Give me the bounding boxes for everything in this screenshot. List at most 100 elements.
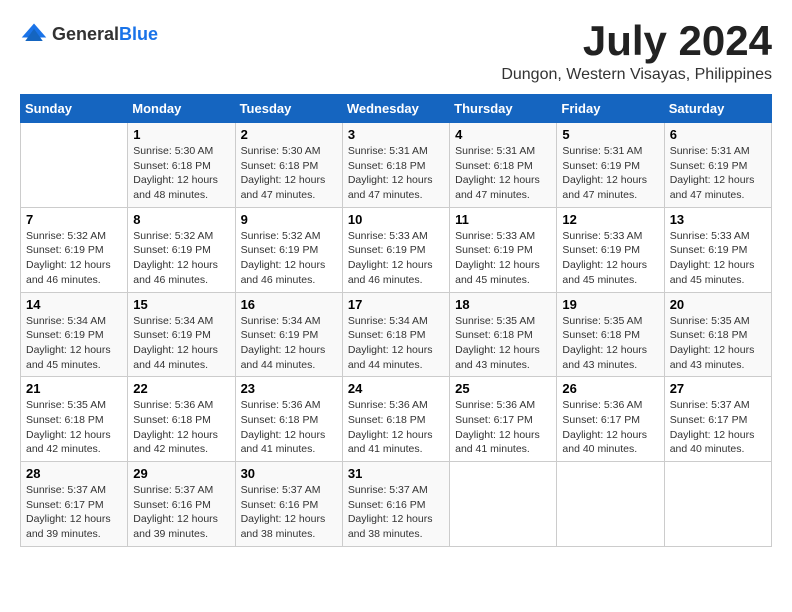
calendar-cell: 9 Sunrise: 5:32 AMSunset: 6:19 PMDaylight… [235, 207, 342, 292]
day-number: 28 [26, 466, 122, 481]
weekday-header-friday: Friday [557, 95, 664, 123]
calendar-cell: 12 Sunrise: 5:33 AMSunset: 6:19 PMDayligh… [557, 207, 664, 292]
calendar-cell: 24 Sunrise: 5:36 AMSunset: 6:18 PMDayligh… [342, 377, 449, 462]
day-info: Sunrise: 5:33 AMSunset: 6:19 PMDaylight:… [670, 229, 766, 288]
day-info: Sunrise: 5:31 AMSunset: 6:18 PMDaylight:… [348, 144, 444, 203]
logo: GeneralBlue [20, 20, 158, 48]
day-number: 20 [670, 297, 766, 312]
day-info: Sunrise: 5:37 AMSunset: 6:17 PMDaylight:… [26, 483, 122, 542]
calendar-cell: 11Sunrise: 5:33 AMSunset: 6:19 PMDayligh… [450, 207, 557, 292]
day-info: Sunrise: 5:31 AMSunset: 6:19 PMDaylight:… [670, 144, 766, 203]
calendar-cell: 8 Sunrise: 5:32 AMSunset: 6:19 PMDaylight… [128, 207, 235, 292]
day-number: 19 [562, 297, 658, 312]
calendar-cell [557, 462, 664, 547]
weekday-header-monday: Monday [128, 95, 235, 123]
day-info: Sunrise: 5:34 AMSunset: 6:19 PMDaylight:… [133, 314, 229, 373]
calendar-cell: 26Sunrise: 5:36 AMSunset: 6:17 PMDayligh… [557, 377, 664, 462]
day-number: 1 [133, 127, 229, 142]
day-info: Sunrise: 5:34 AMSunset: 6:18 PMDaylight:… [348, 314, 444, 373]
day-info: Sunrise: 5:37 AMSunset: 6:16 PMDaylight:… [133, 483, 229, 542]
calendar-cell: 7Sunrise: 5:32 AMSunset: 6:19 PMDaylight… [21, 207, 128, 292]
weekday-header-tuesday: Tuesday [235, 95, 342, 123]
day-info: Sunrise: 5:31 AMSunset: 6:19 PMDaylight:… [562, 144, 658, 203]
calendar-cell: 3 Sunrise: 5:31 AMSunset: 6:18 PMDaylight… [342, 123, 449, 208]
weekday-header-row: SundayMondayTuesdayWednesdayThursdayFrid… [21, 95, 772, 123]
page-header: GeneralBlue July 2024 Dungon, Western Vi… [20, 20, 772, 84]
day-info: Sunrise: 5:35 AMSunset: 6:18 PMDaylight:… [562, 314, 658, 373]
day-number: 5 [562, 127, 658, 142]
calendar-cell [450, 462, 557, 547]
day-number: 22 [133, 381, 229, 396]
day-number: 6 [670, 127, 766, 142]
day-info: Sunrise: 5:33 AMSunset: 6:19 PMDaylight:… [562, 229, 658, 288]
weekday-header-sunday: Sunday [21, 95, 128, 123]
calendar-table: SundayMondayTuesdayWednesdayThursdayFrid… [20, 94, 772, 547]
day-number: 31 [348, 466, 444, 481]
calendar-cell [664, 462, 771, 547]
day-info: Sunrise: 5:30 AMSunset: 6:18 PMDaylight:… [241, 144, 337, 203]
day-number: 10 [348, 212, 444, 227]
day-info: Sunrise: 5:31 AMSunset: 6:18 PMDaylight:… [455, 144, 551, 203]
day-number: 14 [26, 297, 122, 312]
day-info: Sunrise: 5:36 AMSunset: 6:18 PMDaylight:… [133, 398, 229, 457]
calendar-cell: 28 Sunrise: 5:37 AMSunset: 6:17 PMDayligh… [21, 462, 128, 547]
day-info: Sunrise: 5:32 AMSunset: 6:19 PMDaylight:… [133, 229, 229, 288]
day-info: Sunrise: 5:37 AMSunset: 6:16 PMDaylight:… [241, 483, 337, 542]
weekday-header-saturday: Saturday [664, 95, 771, 123]
calendar-cell: 17 Sunrise: 5:34 AMSunset: 6:18 PMDayligh… [342, 292, 449, 377]
calendar-week-row: 1 Sunrise: 5:30 AMSunset: 6:18 PMDaylight… [21, 123, 772, 208]
day-number: 3 [348, 127, 444, 142]
logo-text-general: General [52, 24, 119, 44]
day-number: 12 [562, 212, 658, 227]
day-number: 17 [348, 297, 444, 312]
calendar-cell: 4Sunrise: 5:31 AMSunset: 6:18 PMDaylight… [450, 123, 557, 208]
calendar-cell: 29 Sunrise: 5:37 AMSunset: 6:16 PMDayligh… [128, 462, 235, 547]
calendar-cell: 6 Sunrise: 5:31 AMSunset: 6:19 PMDaylight… [664, 123, 771, 208]
calendar-cell: 21 Sunrise: 5:35 AMSunset: 6:18 PMDayligh… [21, 377, 128, 462]
day-number: 16 [241, 297, 337, 312]
day-info: Sunrise: 5:35 AMSunset: 6:18 PMDaylight:… [26, 398, 122, 457]
calendar-cell: 23 Sunrise: 5:36 AMSunset: 6:18 PMDayligh… [235, 377, 342, 462]
calendar-cell: 15 Sunrise: 5:34 AMSunset: 6:19 PMDayligh… [128, 292, 235, 377]
calendar-cell: 13 Sunrise: 5:33 AMSunset: 6:19 PMDayligh… [664, 207, 771, 292]
day-number: 23 [241, 381, 337, 396]
day-number: 29 [133, 466, 229, 481]
day-info: Sunrise: 5:30 AMSunset: 6:18 PMDaylight:… [133, 144, 229, 203]
calendar-cell: 20 Sunrise: 5:35 AMSunset: 6:18 PMDayligh… [664, 292, 771, 377]
calendar-cell: 22 Sunrise: 5:36 AMSunset: 6:18 PMDayligh… [128, 377, 235, 462]
calendar-week-row: 7Sunrise: 5:32 AMSunset: 6:19 PMDaylight… [21, 207, 772, 292]
calendar-cell: 16 Sunrise: 5:34 AMSunset: 6:19 PMDayligh… [235, 292, 342, 377]
calendar-cell: 30 Sunrise: 5:37 AMSunset: 6:16 PMDayligh… [235, 462, 342, 547]
day-info: Sunrise: 5:32 AMSunset: 6:19 PMDaylight:… [241, 229, 337, 288]
day-number: 9 [241, 212, 337, 227]
day-number: 30 [241, 466, 337, 481]
day-info: Sunrise: 5:36 AMSunset: 6:18 PMDaylight:… [348, 398, 444, 457]
day-info: Sunrise: 5:33 AMSunset: 6:19 PMDaylight:… [348, 229, 444, 288]
day-info: Sunrise: 5:37 AMSunset: 6:16 PMDaylight:… [348, 483, 444, 542]
day-info: Sunrise: 5:34 AMSunset: 6:19 PMDaylight:… [26, 314, 122, 373]
calendar-week-row: 14 Sunrise: 5:34 AMSunset: 6:19 PMDayligh… [21, 292, 772, 377]
calendar-week-row: 21 Sunrise: 5:35 AMSunset: 6:18 PMDayligh… [21, 377, 772, 462]
calendar-cell: 14 Sunrise: 5:34 AMSunset: 6:19 PMDayligh… [21, 292, 128, 377]
day-number: 24 [348, 381, 444, 396]
calendar-cell: 18Sunrise: 5:35 AMSunset: 6:18 PMDayligh… [450, 292, 557, 377]
day-info: Sunrise: 5:33 AMSunset: 6:19 PMDaylight:… [455, 229, 551, 288]
month-title: July 2024 [501, 20, 772, 62]
day-number: 15 [133, 297, 229, 312]
day-number: 8 [133, 212, 229, 227]
day-info: Sunrise: 5:36 AMSunset: 6:18 PMDaylight:… [241, 398, 337, 457]
calendar-cell: 10 Sunrise: 5:33 AMSunset: 6:19 PMDayligh… [342, 207, 449, 292]
calendar-cell: 31 Sunrise: 5:37 AMSunset: 6:16 PMDayligh… [342, 462, 449, 547]
day-info: Sunrise: 5:35 AMSunset: 6:18 PMDaylight:… [670, 314, 766, 373]
day-number: 18 [455, 297, 551, 312]
day-number: 27 [670, 381, 766, 396]
day-info: Sunrise: 5:34 AMSunset: 6:19 PMDaylight:… [241, 314, 337, 373]
logo-icon [20, 20, 48, 48]
weekday-header-thursday: Thursday [450, 95, 557, 123]
day-info: Sunrise: 5:37 AMSunset: 6:17 PMDaylight:… [670, 398, 766, 457]
day-number: 25 [455, 381, 551, 396]
calendar-cell: 1 Sunrise: 5:30 AMSunset: 6:18 PMDaylight… [128, 123, 235, 208]
day-number: 13 [670, 212, 766, 227]
day-number: 2 [241, 127, 337, 142]
day-number: 21 [26, 381, 122, 396]
